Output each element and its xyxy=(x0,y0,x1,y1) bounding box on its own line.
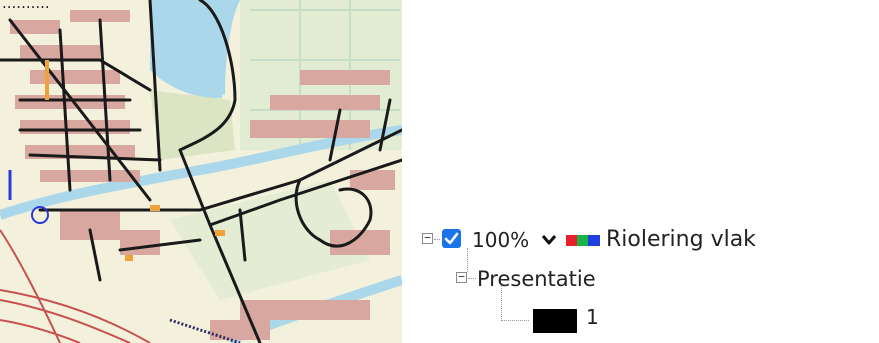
tree-connector xyxy=(467,248,468,272)
collapse-layer-icon[interactable]: − xyxy=(422,232,433,244)
raster-layer-icon xyxy=(566,235,600,246)
tree-connector xyxy=(468,278,476,279)
map-caption-text: .......... xyxy=(2,0,50,12)
map-canvas[interactable] xyxy=(0,0,402,343)
opacity-select[interactable]: 100% xyxy=(472,228,529,252)
map-view[interactable]: .......... xyxy=(0,0,402,343)
legend-item-label: 1 xyxy=(586,305,599,329)
layer-tree: − 100% Riolering vlak − Presentatie 1 xyxy=(405,216,879,343)
presentation-node-label[interactable]: Presentatie xyxy=(477,267,596,291)
legend-color-swatch xyxy=(533,309,577,333)
tree-connector xyxy=(434,239,440,240)
layer-name-label[interactable]: Riolering vlak xyxy=(606,227,756,252)
checkmark-icon xyxy=(444,232,459,245)
tree-connector xyxy=(501,320,529,321)
collapse-presentation-icon[interactable]: − xyxy=(456,271,467,283)
tree-connector xyxy=(501,286,502,321)
chevron-down-icon[interactable] xyxy=(541,234,557,246)
layer-visibility-checkbox[interactable] xyxy=(442,229,461,248)
swatch-blue xyxy=(588,235,600,246)
